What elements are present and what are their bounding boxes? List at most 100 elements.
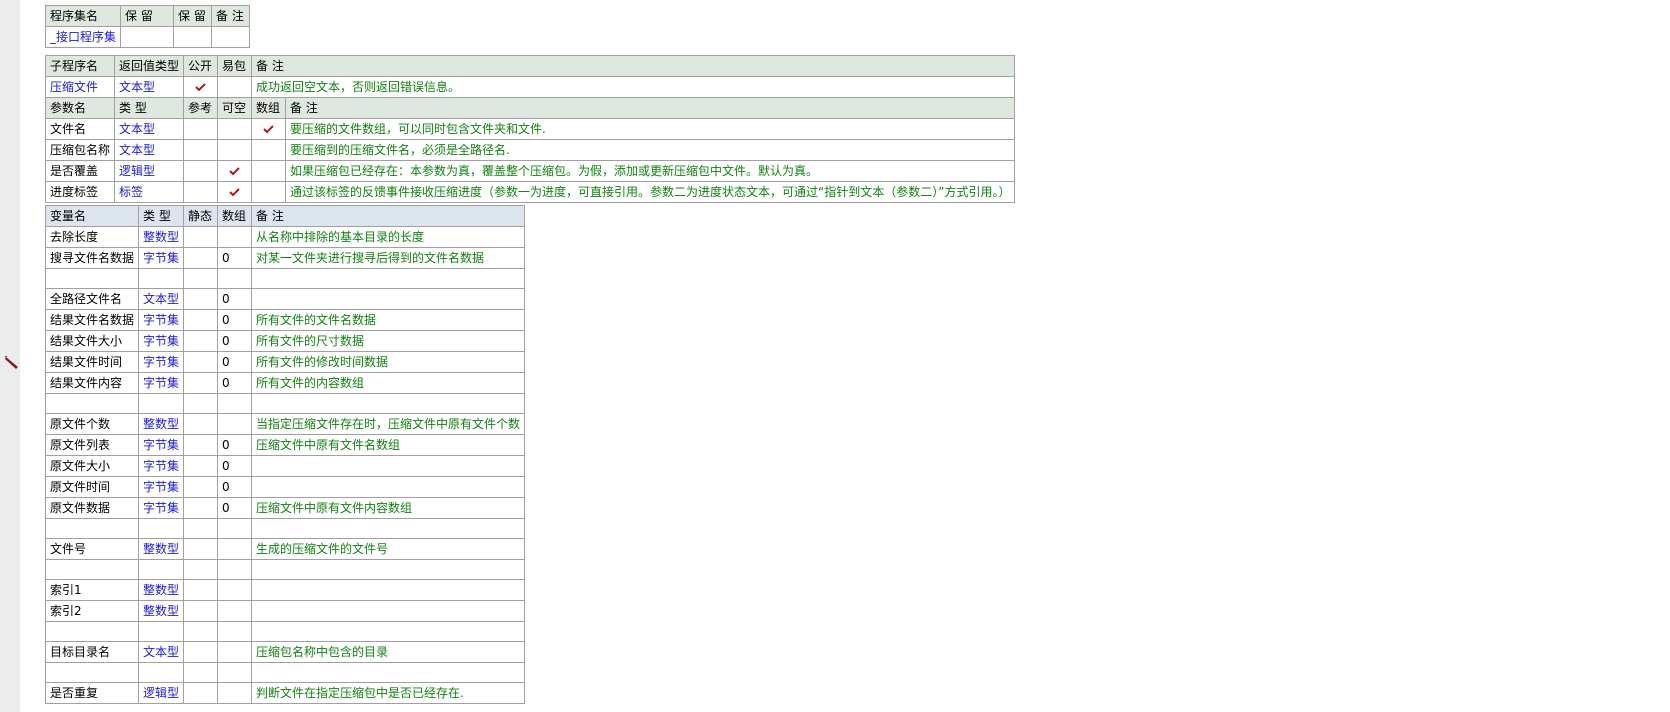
param-type-cell[interactable]: 逻辑型 (114, 160, 185, 182)
var-note-cell[interactable] (251, 559, 526, 580)
var-name-cell[interactable]: 去除长度 (44, 226, 140, 248)
param-name-cell[interactable]: 是否覆盖 (44, 160, 116, 182)
variable-row[interactable]: 原文件数据 字节集 0 压缩文件中原有文件内容数组 (44, 497, 526, 519)
var-type-cell[interactable]: 字节集 (138, 476, 185, 498)
subroutine-row[interactable]: 压缩文件 文本型 成功返回空文本，否则返回错误信息。 (44, 76, 1016, 98)
variable-row[interactable]: 结果文件名数据 字节集 0 所有文件的文件名数据 (44, 309, 526, 331)
var-static-cell[interactable] (183, 682, 219, 704)
param-nullable-cell[interactable] (217, 118, 253, 140)
var-note-cell[interactable] (251, 579, 526, 601)
variable-row[interactable]: 原文件时间 字节集 0 (44, 476, 526, 498)
variable-row[interactable] (44, 621, 526, 642)
var-type-cell[interactable]: 字节集 (138, 247, 185, 269)
var-name-cell[interactable] (44, 518, 140, 539)
var-note-cell[interactable]: 所有文件的内容数组 (251, 372, 526, 394)
var-array-cell[interactable] (217, 600, 253, 622)
reserved-cell-1[interactable] (120, 26, 175, 48)
var-note-cell[interactable] (251, 393, 526, 414)
var-array-cell[interactable]: 0 (217, 247, 253, 269)
var-type-cell[interactable]: 字节集 (138, 309, 185, 331)
var-array-cell[interactable]: 0 (217, 455, 253, 477)
var-array-cell[interactable] (217, 641, 253, 663)
variable-row[interactable]: 目标目录名 文本型 压缩包名称中包含的目录 (44, 641, 526, 663)
var-note-cell[interactable]: 从名称中排除的基本目录的长度 (251, 226, 526, 248)
var-type-cell[interactable]: 整数型 (138, 538, 185, 560)
variable-row[interactable]: 全路径文件名 文本型 0 (44, 288, 526, 310)
param-row[interactable]: 压缩包名称 文本型 要压缩到的压缩文件名，必须是全路径名. (44, 139, 1016, 161)
var-array-cell[interactable] (217, 518, 253, 539)
variable-row[interactable]: 原文件个数 整数型 当指定压缩文件存在时，压缩文件中原有文件个数 (44, 413, 526, 435)
var-type-cell[interactable] (138, 559, 185, 580)
var-array-cell[interactable]: 0 (217, 288, 253, 310)
var-name-cell[interactable] (44, 559, 140, 580)
param-ref-cell[interactable] (183, 139, 219, 161)
var-name-cell[interactable]: 全路径文件名 (44, 288, 140, 310)
var-note-cell[interactable]: 对某一文件夹进行搜寻后得到的文件名数据 (251, 247, 526, 269)
param-name-cell[interactable]: 进度标签 (44, 181, 116, 203)
var-static-cell[interactable] (183, 455, 219, 477)
var-type-cell[interactable]: 字节集 (138, 372, 185, 394)
sub-return-type-cell[interactable]: 文本型 (114, 76, 185, 98)
var-note-cell[interactable]: 压缩文件中原有文件名数组 (251, 434, 526, 456)
variable-row[interactable]: 结果文件内容 字节集 0 所有文件的内容数组 (44, 372, 526, 394)
var-note-cell[interactable] (251, 662, 526, 683)
variable-row[interactable]: 原文件大小 字节集 0 (44, 455, 526, 477)
var-name-cell[interactable]: 文件号 (44, 538, 140, 560)
var-static-cell[interactable] (183, 476, 219, 498)
var-name-cell[interactable]: 原文件时间 (44, 476, 140, 498)
var-name-cell[interactable] (44, 393, 140, 414)
var-type-cell[interactable]: 字节集 (138, 434, 185, 456)
var-array-cell[interactable] (217, 621, 253, 642)
var-static-cell[interactable] (183, 351, 219, 373)
var-note-cell[interactable]: 所有文件的文件名数据 (251, 309, 526, 331)
var-static-cell[interactable] (183, 330, 219, 352)
var-type-cell[interactable] (138, 393, 185, 414)
param-row[interactable]: 进度标签 标签 通过该标签的反馈事件接收压缩进度（参数一为进度，可直接引用。参数… (44, 181, 1016, 203)
param-note-cell[interactable]: 如果压缩包已经存在：本参数为真，覆盖整个压缩包。为假，添加或更新压缩包中文件。默… (285, 160, 1016, 182)
sub-easy-pkg-cell[interactable] (217, 76, 253, 98)
var-name-cell[interactable]: 索引2 (44, 600, 140, 622)
var-static-cell[interactable] (183, 600, 219, 622)
var-array-cell[interactable] (217, 413, 253, 435)
var-static-cell[interactable] (183, 226, 219, 248)
reserved-cell-2[interactable] (173, 26, 213, 48)
variable-row[interactable]: 是否重复 逻辑型 判断文件在指定压缩包中是否已经存在. (44, 682, 526, 704)
var-array-cell[interactable] (217, 559, 253, 580)
param-type-cell[interactable]: 文本型 (114, 118, 185, 140)
param-type-cell[interactable]: 标签 (114, 181, 185, 203)
var-type-cell[interactable] (138, 268, 185, 289)
param-nullable-cell[interactable] (217, 181, 253, 203)
param-ref-cell[interactable] (183, 160, 219, 182)
param-type-cell[interactable]: 文本型 (114, 139, 185, 161)
var-type-cell[interactable]: 整数型 (138, 413, 185, 435)
param-note-cell[interactable]: 通过该标签的反馈事件接收压缩进度（参数一为进度，可直接引用。参数二为进度状态文本… (285, 181, 1016, 203)
var-type-cell[interactable] (138, 662, 185, 683)
var-note-cell[interactable] (251, 518, 526, 539)
sub-public-cell[interactable] (183, 76, 219, 98)
var-note-cell[interactable] (251, 268, 526, 289)
var-type-cell[interactable]: 整数型 (138, 226, 185, 248)
var-name-cell[interactable]: 原文件大小 (44, 455, 140, 477)
var-type-cell[interactable] (138, 518, 185, 539)
variable-row[interactable]: 去除长度 整数型 从名称中排除的基本目录的长度 (44, 226, 526, 248)
var-name-cell[interactable]: 搜寻文件名数据 (44, 247, 140, 269)
param-row[interactable]: 是否覆盖 逻辑型 如果压缩包已经存在：本参数为真，覆盖整个压缩包。为假，添加或更… (44, 160, 1016, 182)
var-array-cell[interactable] (217, 226, 253, 248)
var-static-cell[interactable] (183, 372, 219, 394)
var-name-cell[interactable]: 目标目录名 (44, 641, 140, 663)
var-type-cell[interactable]: 文本型 (138, 641, 185, 663)
var-name-cell[interactable]: 是否重复 (44, 682, 140, 704)
var-array-cell[interactable]: 0 (217, 330, 253, 352)
param-name-cell[interactable]: 压缩包名称 (44, 139, 116, 161)
var-type-cell[interactable]: 字节集 (138, 351, 185, 373)
var-type-cell[interactable] (138, 621, 185, 642)
param-array-cell[interactable] (251, 139, 287, 161)
var-static-cell[interactable] (183, 497, 219, 519)
assembly-row[interactable]: _接口程序集 (44, 26, 251, 48)
variable-row[interactable] (44, 559, 526, 580)
var-static-cell[interactable] (183, 621, 219, 642)
var-array-cell[interactable] (217, 682, 253, 704)
var-name-cell[interactable]: 原文件个数 (44, 413, 140, 435)
variable-row[interactable] (44, 662, 526, 683)
var-note-cell[interactable] (251, 476, 526, 498)
